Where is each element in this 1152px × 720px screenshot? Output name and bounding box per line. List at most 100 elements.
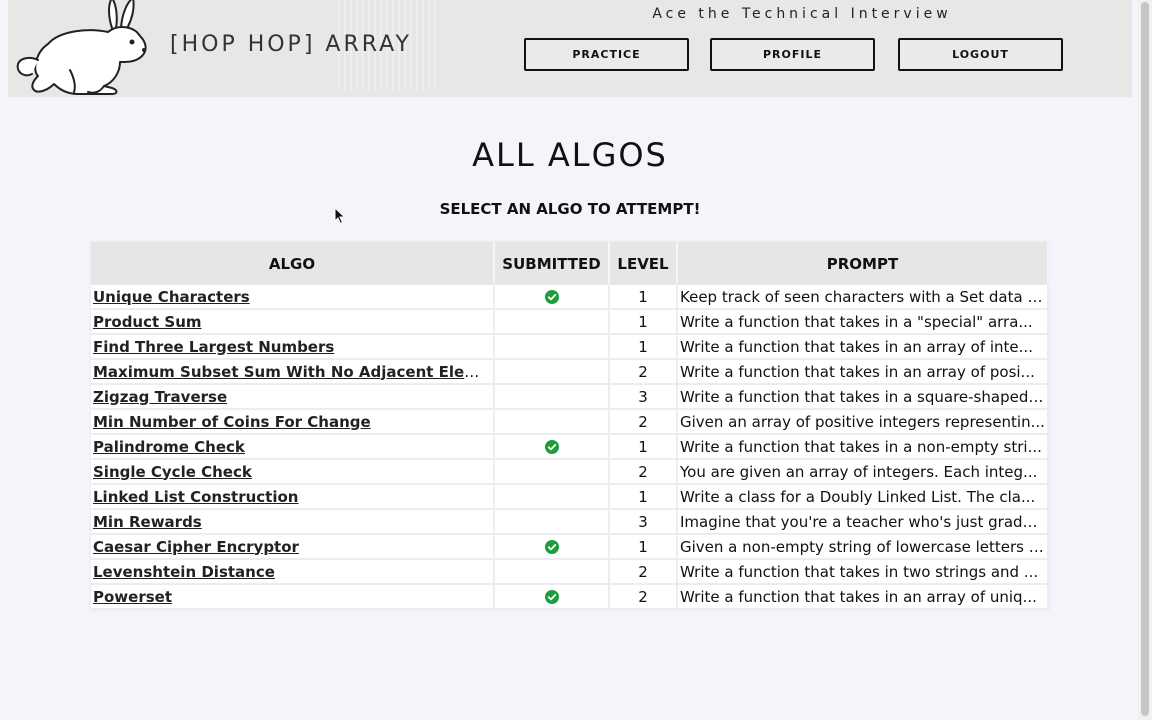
check-circle-icon (544, 290, 559, 304)
level-cell: 1 (609, 285, 678, 310)
submitted-cell (494, 559, 610, 585)
prompt-cell: Write a function that takes in two strin… (677, 559, 1049, 585)
algo-link[interactable]: Palindrome Check (93, 438, 245, 456)
algo-name-cell: Caesar Cipher Encryptor (91, 534, 495, 560)
algo-link[interactable]: Min Rewards (93, 513, 202, 531)
algo-link[interactable]: Unique Characters (93, 288, 250, 306)
practice-button[interactable]: PRACTICE (524, 38, 689, 71)
algo-link[interactable]: Find Three Largest Numbers (93, 338, 334, 356)
algo-link[interactable]: Zigzag Traverse (93, 388, 227, 406)
prompt-cell: Write a function that takes in an array … (677, 334, 1049, 360)
table-body: Unique Characters 1 Keep track of seen cha… (91, 285, 1049, 610)
submitted-cell (494, 334, 610, 360)
column-header-submitted: SUBMITTED (494, 242, 610, 285)
algo-name-cell: Single Cycle Check (91, 459, 495, 485)
submitted-cell (494, 285, 610, 310)
prompt-cell: Write a function that takes in a "specia… (677, 309, 1049, 335)
page-title: ALL ALGOS (472, 136, 668, 174)
algo-name-cell: Maximum Subset Sum With No Adjacent Elem… (91, 359, 495, 385)
algo-name-cell: Find Three Largest Numbers (91, 334, 495, 360)
level-cell: 2 (609, 359, 678, 385)
page-subtitle: SELECT AN ALGO TO ATTEMPT! (439, 200, 701, 218)
algo-link[interactable]: Single Cycle Check (93, 463, 252, 481)
table-row[interactable]: Single Cycle Check 2 You are given an arra… (91, 459, 1049, 485)
brand-title: [HOP HOP] ARRAY (170, 32, 412, 57)
prompt-cell: Write a function that takes in an array … (677, 584, 1049, 610)
submitted-cell (494, 409, 610, 435)
page: [HOP HOP] ARRAY Ace the Technical Interv… (0, 0, 1152, 720)
logout-button[interactable]: LOGOUT (898, 38, 1063, 71)
tagline: Ace the Technical Interview (652, 6, 952, 22)
table-row[interactable]: Caesar Cipher Encryptor 1 Given a non-empt… (91, 534, 1049, 560)
algo-link[interactable]: Linked List Construction (93, 488, 298, 506)
site-header: [HOP HOP] ARRAY Ace the Technical Interv… (8, 0, 1132, 97)
prompt-cell: Write a class for a Doubly Linked List. … (677, 484, 1049, 510)
algo-name-cell: Min Rewards (91, 509, 495, 535)
table-row[interactable]: Maximum Subset Sum With No Adjacent Elem… (91, 359, 1049, 385)
algo-name-cell: Linked List Construction (91, 484, 495, 510)
level-cell: 3 (609, 509, 678, 535)
table-row[interactable]: Zigzag Traverse 3 Write a function that ta… (91, 384, 1049, 410)
submitted-cell (494, 384, 610, 410)
level-cell: 2 (609, 559, 678, 585)
logo[interactable]: [HOP HOP] ARRAY (8, 0, 440, 97)
submitted-cell (494, 359, 610, 385)
profile-button[interactable]: PROFILE (710, 38, 875, 71)
algo-link[interactable]: Powerset (93, 588, 172, 606)
algos-table: ALGO SUBMITTED LEVEL PROMPT Unique Chara… (91, 242, 1049, 610)
level-cell: 1 (609, 484, 678, 510)
submitted-cell (494, 584, 610, 610)
vertical-scrollbar[interactable] (1138, 0, 1152, 720)
level-cell: 1 (609, 334, 678, 360)
column-header-algo: ALGO (91, 242, 495, 285)
table-row[interactable]: Product Sum 1 Write a function that takes … (91, 309, 1049, 335)
prompt-cell: You are given an array of integers. Each… (677, 459, 1049, 485)
table-row[interactable]: Min Number of Coins For Change 2 Given an … (91, 409, 1049, 435)
prompt-cell: Write a function that takes in a square-… (677, 384, 1049, 410)
level-cell: 1 (609, 434, 678, 460)
submitted-cell (494, 309, 610, 335)
submitted-cell (494, 434, 610, 460)
algo-link[interactable]: Caesar Cipher Encryptor (93, 538, 299, 556)
submitted-cell (494, 509, 610, 535)
table-row[interactable]: Levenshtein Distance 2 Write a function th… (91, 559, 1049, 585)
algo-name-cell: Powerset (91, 584, 495, 610)
algo-name-cell: Product Sum (91, 309, 495, 335)
prompt-cell: Keep track of seen characters with a Set… (677, 285, 1049, 310)
table-row[interactable]: Powerset 2 Write a function that takes in … (91, 584, 1049, 610)
algo-name-cell: Palindrome Check (91, 434, 495, 460)
rabbit-icon (16, 0, 147, 95)
algo-link[interactable]: Levenshtein Distance (93, 563, 275, 581)
check-circle-icon (544, 540, 559, 554)
level-cell: 1 (609, 534, 678, 560)
algo-link[interactable]: Min Number of Coins For Change (93, 413, 371, 431)
prompt-cell: Imagine that you're a teacher who's just… (677, 509, 1049, 535)
level-cell: 2 (609, 584, 678, 610)
column-header-level: LEVEL (609, 242, 678, 285)
column-header-prompt: PROMPT (677, 242, 1049, 285)
algo-link[interactable]: Maximum Subset Sum With No Adjacent Elem… (93, 363, 492, 381)
check-circle-icon (544, 440, 559, 454)
submitted-cell (494, 459, 610, 485)
table-row[interactable]: Find Three Largest Numbers 1 Write a funct… (91, 334, 1049, 360)
submitted-cell (494, 484, 610, 510)
algo-name-cell: Unique Characters (91, 285, 495, 310)
algo-link[interactable]: Product Sum (93, 313, 202, 331)
scrollbar-thumb[interactable] (1141, 2, 1149, 716)
prompt-cell: Write a function that takes in a non-emp… (677, 434, 1049, 460)
level-cell: 1 (609, 309, 678, 335)
level-cell: 3 (609, 384, 678, 410)
algo-name-cell: Min Number of Coins For Change (91, 409, 495, 435)
table-row[interactable]: Linked List Construction 1 Write a class f… (91, 484, 1049, 510)
level-cell: 2 (609, 459, 678, 485)
algo-name-cell: Levenshtein Distance (91, 559, 495, 585)
level-cell: 2 (609, 409, 678, 435)
table-row[interactable]: Palindrome Check 1 Write a function that t… (91, 434, 1049, 460)
table-header-row: ALGO SUBMITTED LEVEL PROMPT (91, 242, 1049, 285)
prompt-cell: Given an array of positive integers repr… (677, 409, 1049, 435)
check-circle-icon (544, 590, 559, 604)
algo-name-cell: Zigzag Traverse (91, 384, 495, 410)
table-row[interactable]: Unique Characters 1 Keep track of seen cha… (91, 285, 1049, 310)
prompt-cell: Write a function that takes in an array … (677, 359, 1049, 385)
table-row[interactable]: Min Rewards 3 Imagine that you're a teache… (91, 509, 1049, 535)
